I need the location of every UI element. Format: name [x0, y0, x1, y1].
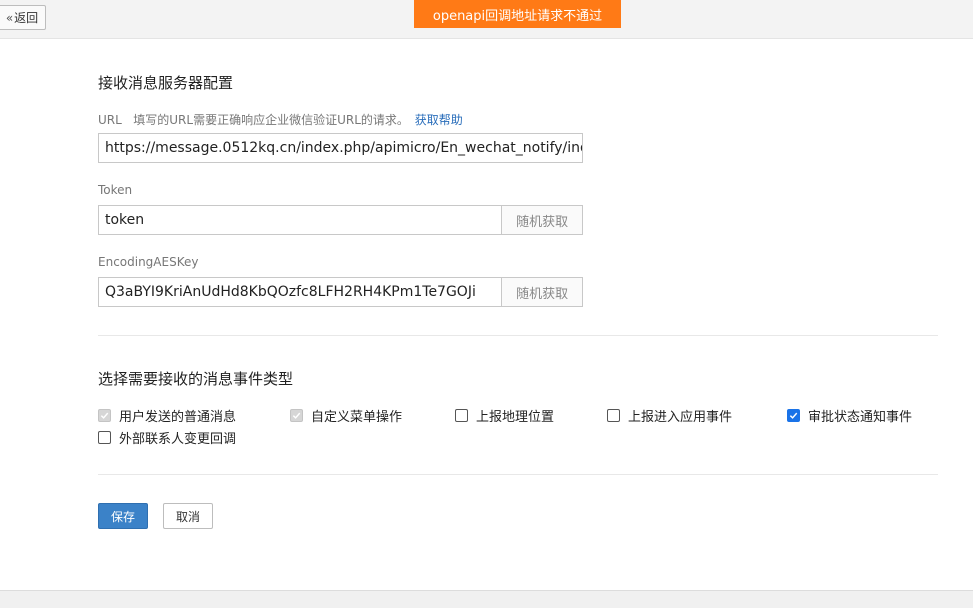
- url-input[interactable]: [99, 134, 582, 162]
- url-hint: 填写的URL需要正确响应企业微信验证URL的请求。: [133, 113, 409, 127]
- event-option-label: 上报地理位置: [476, 410, 555, 425]
- event-option-label: 自定义菜单操作: [311, 410, 403, 425]
- token-input[interactable]: [99, 206, 502, 234]
- event-option-label: 用户发送的普通消息: [119, 410, 237, 425]
- event-option-label: 上报进入应用事件: [628, 410, 733, 425]
- event-option-enter-app[interactable]: 上报进入应用事件: [607, 406, 732, 425]
- event-option-external-contact[interactable]: 外部联系人变更回调: [98, 428, 236, 447]
- toast-message: openapi回调地址请求不通过: [432, 8, 603, 24]
- event-option-menu-click[interactable]: 自定义菜单操作: [290, 406, 402, 425]
- back-button[interactable]: « 返回: [0, 5, 46, 30]
- event-option-location[interactable]: 上报地理位置: [455, 406, 554, 425]
- url-field: [98, 133, 583, 163]
- aes-key-label: EncodingAESKey: [98, 255, 199, 269]
- token-label: Token: [98, 183, 133, 197]
- cancel-button[interactable]: 取消: [163, 503, 213, 529]
- checkbox-icon: [98, 431, 111, 444]
- event-option-user-message[interactable]: 用户发送的普通消息: [98, 406, 236, 425]
- aes-key-field: 随机获取: [98, 277, 583, 307]
- bottom-bar: [0, 590, 973, 608]
- checkbox-checked-icon: [787, 409, 800, 422]
- aes-key-input[interactable]: [99, 278, 502, 306]
- url-label-row: URL 填写的URL需要正确响应企业微信验证URL的请求。 获取帮助: [98, 111, 463, 128]
- server-config-title: 接收消息服务器配置: [98, 74, 234, 92]
- checkbox-icon: [455, 409, 468, 422]
- checkbox-icon: [290, 409, 303, 422]
- events-title: 选择需要接收的消息事件类型: [98, 370, 294, 388]
- section-divider: [98, 335, 938, 336]
- checkbox-icon: [607, 409, 620, 422]
- token-random-button[interactable]: 随机获取: [501, 206, 582, 234]
- checkbox-icon: [98, 409, 111, 422]
- top-bar: « 返回 openapi回调地址请求不通过: [0, 0, 973, 39]
- token-field: 随机获取: [98, 205, 583, 235]
- event-option-label: 审批状态通知事件: [808, 410, 913, 425]
- event-option-label: 外部联系人变更回调: [119, 432, 237, 447]
- double-chevron-left-icon: «: [5, 10, 14, 25]
- help-link[interactable]: 获取帮助: [415, 113, 463, 127]
- error-toast: openapi回调地址请求不通过: [414, 0, 621, 28]
- back-button-label: 返回: [14, 11, 39, 25]
- event-option-approval[interactable]: 审批状态通知事件: [787, 406, 912, 425]
- section-divider: [98, 474, 938, 475]
- aes-key-random-button[interactable]: 随机获取: [501, 278, 582, 306]
- url-label: URL: [98, 113, 122, 127]
- save-button[interactable]: 保存: [98, 503, 148, 529]
